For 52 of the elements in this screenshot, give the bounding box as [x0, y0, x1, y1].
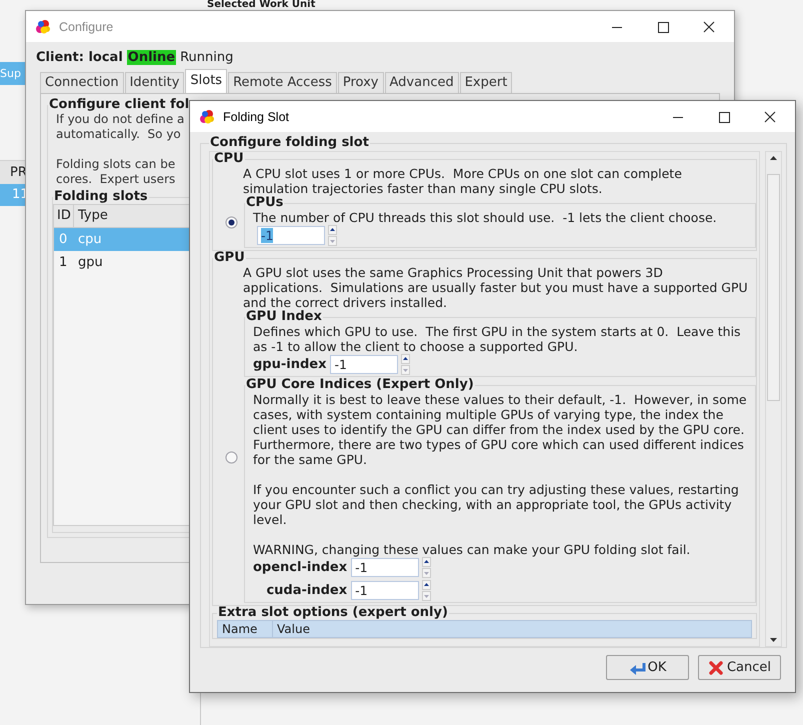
field-label: opencl-index	[253, 560, 348, 575]
number-field[interactable]: -1	[330, 355, 398, 374]
tab[interactable]: Slots	[185, 69, 228, 93]
column-header: Type	[77, 207, 108, 225]
tab[interactable]: Connection	[40, 72, 124, 93]
table-cell-text: gpu	[77, 254, 103, 272]
scrollbar-thumb[interactable]	[767, 174, 780, 401]
table-cell-text: 1	[58, 254, 68, 272]
number-field[interactable]: -1	[257, 226, 325, 245]
number-field[interactable]: -1	[351, 581, 420, 600]
field-label: cuda-index	[265, 583, 348, 598]
help-text: Normally it is best to leave these values to their default, -1. However, in some cases, with system containing multiple GPUs of varying type, the index the client uses to identify the GPU can differ from the index used by the GPU core. Furthermore, there are two types of GPU core which can used different indices for the same GPU. If you encounter such a conflict you can try adjusting these values, restarting your GPU slot and then checking, with an appropriate tool, the GPUs activity level. WARNING, changing these values can make your GPU folding slot fail.	[252, 392, 748, 557]
column-header: ID	[54, 205, 74, 227]
group-title: GPU Core Indices (Expert Only)	[245, 378, 475, 392]
table-cell-text: cpu	[77, 231, 102, 249]
tab[interactable]: Identity	[124, 72, 184, 93]
help-text: The number of CPU threads this slot should use. -1 lets the client choose.	[252, 210, 718, 225]
tab[interactable]: Remote Access	[228, 72, 337, 93]
scrollbar[interactable]	[765, 151, 782, 647]
radio-button[interactable]	[225, 450, 238, 464]
cross-icon	[708, 660, 725, 676]
client-label: Client: local	[36, 50, 123, 64]
table-cell-text: 0	[58, 231, 68, 249]
group-title: GPU	[213, 251, 246, 265]
column-header: Name	[218, 621, 273, 637]
field-label: gpu-index	[253, 357, 326, 372]
group-title: Configure client fol	[48, 98, 190, 112]
help-text: A CPU slot uses 1 or more CPUs. More CPUs on one slot can complete simulation trajectories faster than many single CPU slots.	[242, 166, 683, 196]
tab[interactable]: Proxy	[338, 72, 384, 93]
radio-button-selected[interactable]	[225, 216, 238, 229]
app-logo-icon	[199, 108, 215, 124]
group-title: Folding slots	[53, 190, 149, 204]
group-title: GPU Index	[245, 310, 323, 324]
window-title: Folding Slot	[223, 110, 290, 124]
help-text: Defines which GPU to use. The first GPU in the system starts at 0. Leave this as -1 to allow the client to choose a supported GPU.	[252, 324, 742, 354]
group-title: CPUs	[245, 196, 284, 210]
group-title: Extra slot options (expert only)	[217, 606, 449, 620]
status-badge: Online	[126, 50, 176, 64]
number-field[interactable]: -1	[351, 558, 420, 577]
help-text: A GPU slot uses the same Graphics Processing Unit that powers 3D applications. Simulations are usually faster but you must have a supported GPU and the correct drivers installed.	[242, 265, 749, 310]
tab[interactable]: Advanced	[384, 72, 459, 93]
cancel-button[interactable]: Cancel	[698, 655, 781, 680]
tab[interactable]: Expert	[460, 72, 512, 93]
column-header: Value	[276, 621, 310, 637]
window-title: Configure	[59, 20, 114, 34]
ok-button[interactable]: OK	[606, 655, 689, 680]
help-text: If you do not define a automatically. So yo	[56, 112, 184, 142]
status-text: Running	[180, 50, 234, 64]
help-text: Folding slots can be cores. Expert users	[56, 157, 176, 187]
app-logo-icon	[35, 18, 51, 34]
group-title: CPU	[213, 152, 245, 166]
group-title: Configure folding slot	[209, 136, 370, 150]
